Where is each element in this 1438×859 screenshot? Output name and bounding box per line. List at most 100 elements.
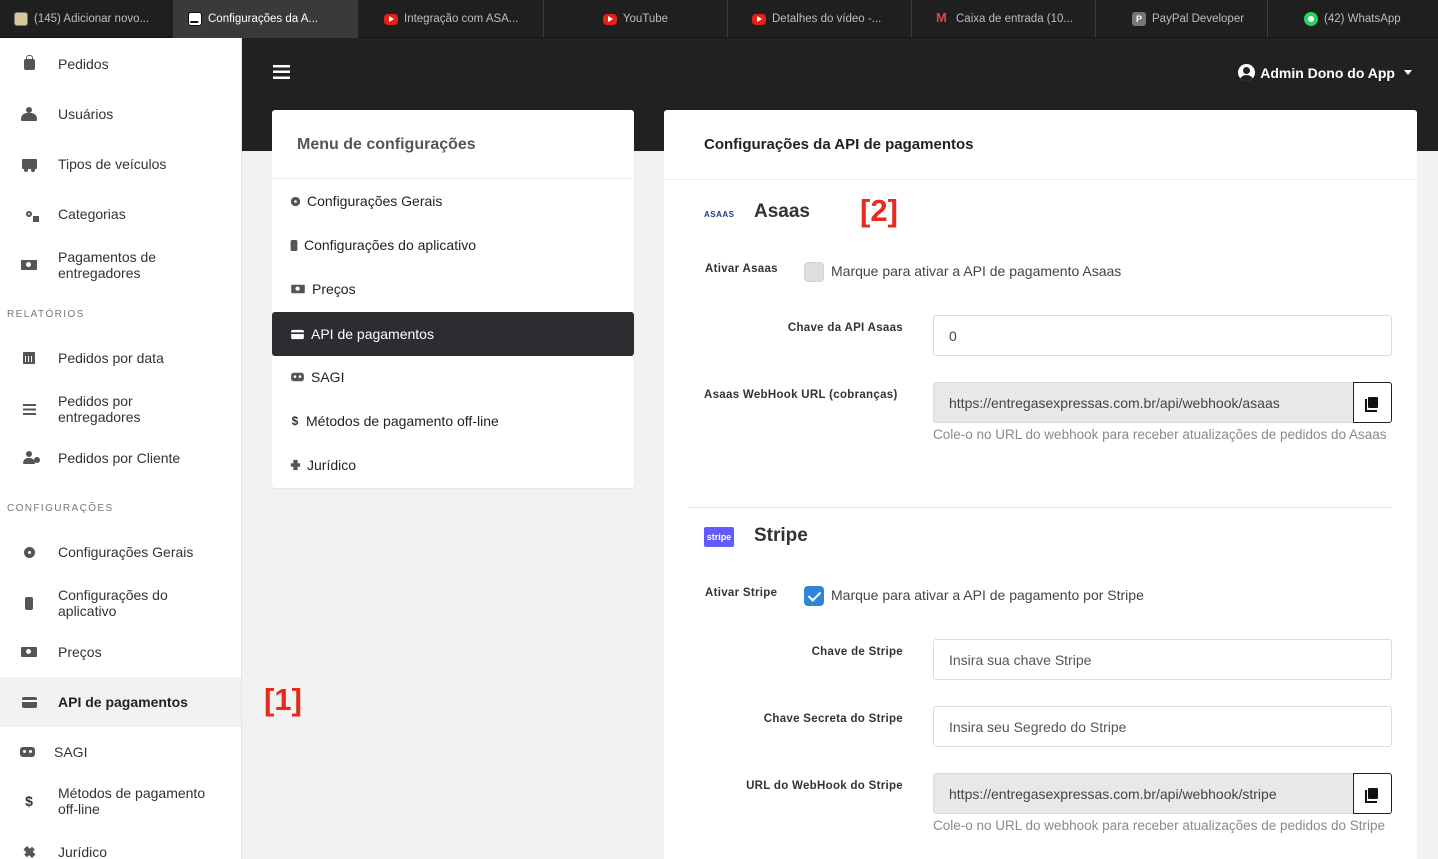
sidebar-item-sagi[interactable]: SAGI: [0, 738, 241, 766]
browser-tab-7[interactable]: P PayPal Developer: [1096, 0, 1268, 38]
copy-icon: [1364, 397, 1378, 412]
divider: [664, 179, 1417, 180]
sidebar-item-label: SAGI: [54, 744, 88, 760]
stripe-key-input[interactable]: Insira sua chave Stripe: [933, 639, 1392, 680]
user-name: Admin Dono do App: [1260, 64, 1395, 81]
browser-tab-label: Caixa de entrada (10...: [956, 13, 1073, 25]
sidebar-item-label: Jurídico: [58, 844, 108, 859]
sidebar-item-label: Pedidos por entregadores: [58, 393, 141, 425]
sidebar-item-pedidos-por-data[interactable]: Pedidos por data: [0, 344, 241, 372]
money-bill-icon: [21, 647, 37, 657]
dollar-icon: $: [291, 414, 299, 428]
mobile-icon: [290, 239, 298, 251]
browser-tab-bar: (145) Adicionar novo... Configurações da…: [0, 0, 1438, 38]
caret-down-icon: [1404, 70, 1412, 75]
asaas-enable-checkbox[interactable]: [804, 262, 824, 282]
stripe-logo: stripe: [704, 527, 734, 547]
menu-item-configuracoes-gerais[interactable]: Configurações Gerais: [272, 179, 634, 223]
youtube-icon: [752, 13, 766, 25]
whatsapp-icon: [1304, 12, 1318, 26]
thumbnail-icon: [14, 12, 28, 26]
browser-tab-4[interactable]: YouTube: [544, 0, 728, 38]
menu-item-label: SAGI: [311, 369, 345, 385]
asaas-section-title: Asaas: [754, 201, 810, 222]
list-icon: [22, 403, 36, 415]
browser-tab-label: (42) WhatsApp: [1324, 13, 1401, 25]
menu-item-precos[interactable]: Preços: [272, 267, 634, 311]
robot-icon: [291, 372, 304, 382]
stripe-secret-input[interactable]: Insira seu Segredo do Stripe: [933, 706, 1392, 747]
sidebar-item-precos[interactable]: Preços: [0, 638, 241, 666]
sidebar-item-pagamentos-de-entregadores[interactable]: Pagamentos de entregadores: [0, 248, 241, 282]
shopping-bag-icon: [23, 54, 35, 70]
hamburger-menu-icon[interactable]: [273, 65, 290, 79]
menu-item-label: API de pagamentos: [311, 326, 434, 342]
menu-item-sagi[interactable]: SAGI: [272, 355, 634, 399]
browser-tab-1[interactable]: (145) Adicionar novo...: [0, 0, 174, 38]
sidebar-item-metodos-de-pagamento-off-line[interactable]: $ Métodos de pagamento off-line: [0, 784, 241, 818]
dollar-icon: $: [25, 793, 33, 809]
gmail-icon: [936, 10, 950, 26]
stripe-enable-checkbox[interactable]: [804, 586, 824, 606]
stripe-enable-label: Ativar Stripe: [705, 587, 778, 599]
sidebar-item-juridico[interactable]: Jurídico: [0, 840, 241, 859]
browser-tab-label: Integração com ASA...: [404, 13, 519, 25]
calendar-icon: [23, 352, 35, 364]
sidebar-item-pedidos-por-cliente[interactable]: Pedidos por Cliente: [0, 444, 241, 472]
menu-item-configuracoes-do-aplicativo[interactable]: Configurações do aplicativo: [272, 223, 634, 267]
sidebar-item-usuarios[interactable]: Usuários: [0, 100, 241, 128]
sidebar-item-pedidos[interactable]: Pedidos: [0, 50, 241, 78]
sidebar: Pedidos Usuários Tipos de veículos Categ…: [0, 38, 242, 859]
asaas-webhook-input[interactable]: https://entregasexpressas.com.br/api/web…: [933, 382, 1354, 423]
shapes-icon: [26, 211, 39, 222]
user-circle-icon: [1238, 64, 1256, 81]
sidebar-item-label: Pedidos: [58, 56, 109, 72]
browser-tab-label: (145) Adicionar novo...: [34, 13, 150, 25]
asaas-webhook-label: Asaas WebHook URL (cobranças): [704, 389, 898, 401]
settings-menu-card: Menu de configurações Configurações Gera…: [272, 110, 634, 488]
payment-api-settings-card: Configurações da API de pagamentos ASAAS…: [664, 110, 1417, 859]
browser-tab-6[interactable]: Caixa de entrada (10...: [912, 0, 1096, 38]
browser-tab-8[interactable]: (42) WhatsApp: [1268, 0, 1438, 38]
sidebar-item-label: Configurações do aplicativo: [58, 587, 168, 619]
sidebar-heading-configuracoes: CONFIGURAÇÕES: [7, 503, 114, 514]
stripe-webhook-label: URL do WebHook do Stripe: [746, 780, 903, 792]
asaas-key-input[interactable]: 0: [933, 315, 1392, 356]
money-bill-icon: [291, 284, 305, 294]
sidebar-item-api-de-pagamentos[interactable]: API de pagamentos: [0, 677, 241, 727]
browser-tab-2[interactable]: Configurações da A...: [174, 0, 358, 38]
asaas-webhook-help: Cole-o no URL do webhook para receber at…: [933, 427, 1387, 442]
menu-item-label: Métodos de pagamento off-line: [306, 413, 499, 429]
page-title: Configurações da API de pagamentos: [704, 136, 974, 153]
sidebar-item-label: Usuários: [58, 106, 114, 122]
stripe-webhook-input[interactable]: https://entregasexpressas.com.br/api/web…: [933, 773, 1354, 814]
asaas-copy-webhook-button[interactable]: [1353, 382, 1392, 423]
user-clock-icon: [23, 451, 40, 464]
sidebar-item-configuracoes-do-aplicativo[interactable]: Configurações do aplicativo: [0, 586, 241, 620]
sidebar-item-configuracoes-gerais[interactable]: Configurações Gerais: [0, 538, 241, 566]
sidebar-item-categorias[interactable]: Categorias: [0, 200, 241, 228]
asaas-enable-text: Marque para ativar a API de pagamento As…: [831, 263, 1122, 279]
menu-item-api-de-pagamentos[interactable]: API de pagamentos: [272, 312, 634, 356]
stripe-secret-label: Chave Secreta do Stripe: [763, 713, 903, 725]
stripe-copy-webhook-button[interactable]: [1353, 773, 1392, 814]
menu-item-label: Preços: [312, 281, 356, 297]
stripe-key-label: Chave de Stripe: [811, 646, 903, 658]
browser-tab-3[interactable]: Integração com ASA...: [358, 0, 544, 38]
sidebar-item-label: Pagamentos de entregadores: [58, 249, 157, 281]
asaas-logo: ASAAS: [704, 210, 735, 219]
browser-tab-5[interactable]: Detalhes do vídeo -...: [728, 0, 912, 38]
user-menu-dropdown[interactable]: Admin Dono do App: [1238, 64, 1412, 81]
credit-card-icon: [291, 329, 304, 339]
credit-card-icon: [21, 696, 37, 708]
sidebar-item-tipos-de-veiculos[interactable]: Tipos de veículos: [0, 150, 241, 178]
sidebar-item-label: Preços: [58, 644, 102, 660]
sidebar-item-pedidos-por-entregadores[interactable]: Pedidos por entregadores: [0, 392, 241, 426]
menu-item-metodos-de-pagamento-off-line[interactable]: $ Métodos de pagamento off-line: [272, 399, 634, 443]
gear-icon: [23, 546, 35, 558]
app-icon: [188, 12, 202, 26]
sidebar-item-label: Categorias: [58, 206, 126, 222]
youtube-icon: [384, 13, 398, 25]
menu-item-juridico[interactable]: Jurídico: [272, 443, 634, 487]
mobile-icon: [25, 596, 33, 610]
